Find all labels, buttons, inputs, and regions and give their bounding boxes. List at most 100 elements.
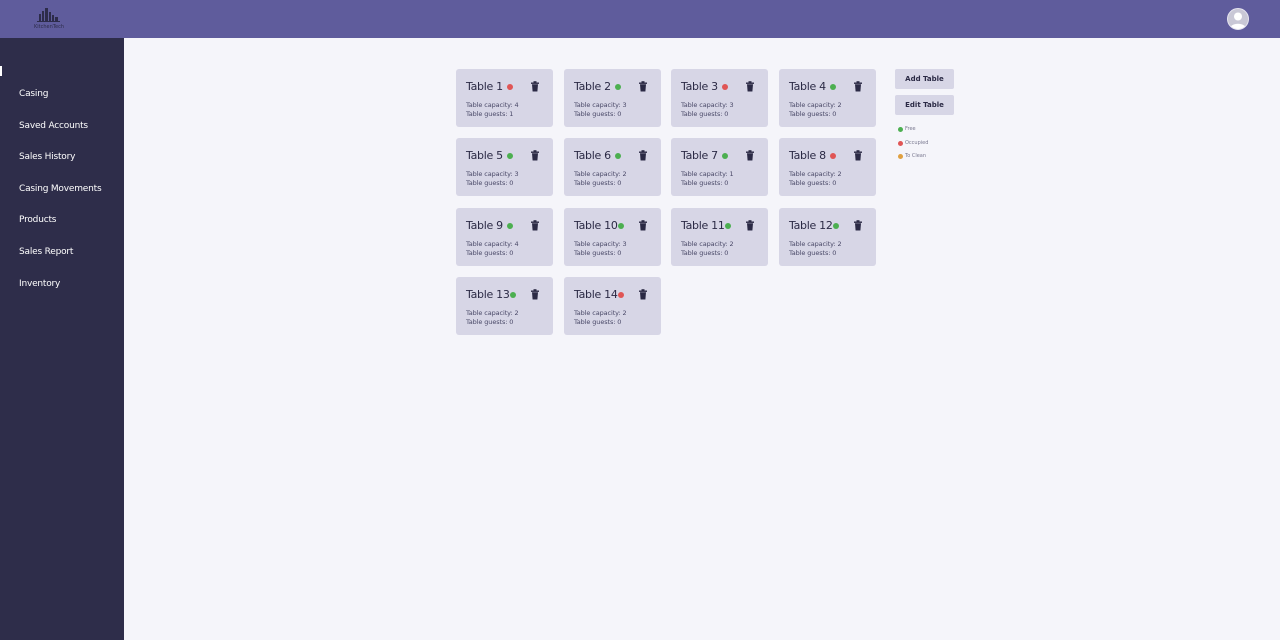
status-dot: [618, 292, 624, 298]
table-guests: Table guests: 0: [574, 110, 622, 118]
sidebar: Casing Saved Accounts Sales History Casi…: [0, 38, 124, 640]
table-name: Table 8: [789, 149, 826, 162]
table-guests: Table guests: 0: [789, 110, 837, 118]
trash-icon[interactable]: [638, 150, 648, 161]
sidebar-item-sales-report[interactable]: Sales Report: [19, 247, 73, 257]
table-name: Table 1: [466, 80, 503, 93]
table-capacity: Table capacity: 4: [466, 101, 519, 109]
status-dot: [507, 153, 513, 159]
table-name: Table 13: [466, 288, 510, 301]
table-guests: Table guests: 0: [789, 249, 837, 257]
table-capacity: Table capacity: 3: [466, 170, 519, 178]
table-capacity: Table capacity: 3: [574, 240, 627, 248]
status-dot: [833, 223, 839, 229]
status-dot: [615, 84, 621, 90]
table-card[interactable]: Table 3 Table capacity: 3 Table guests: 0: [671, 69, 768, 127]
table-capacity: Table capacity: 3: [574, 101, 627, 109]
status-dot: [507, 223, 513, 229]
table-guests: Table guests: 0: [466, 318, 514, 326]
table-name: Table 10: [574, 219, 618, 232]
table-card[interactable]: Table 1 Table capacity: 4 Table guests: 1: [456, 69, 553, 127]
trash-icon[interactable]: [853, 81, 863, 92]
status-dot: [507, 84, 513, 90]
sidebar-item-sales-history[interactable]: Sales History: [19, 152, 75, 162]
table-guests: Table guests: 0: [681, 179, 729, 187]
sidebar-item-casing-movements[interactable]: Casing Movements: [19, 184, 102, 194]
table-guests: Table guests: 0: [681, 249, 729, 257]
table-name: Table 7: [681, 149, 718, 162]
status-dot: [618, 223, 624, 229]
trash-icon[interactable]: [745, 81, 755, 92]
table-guests: Table guests: 0: [466, 179, 514, 187]
table-name: Table 6: [574, 149, 611, 162]
table-name: Table 14: [574, 288, 618, 301]
table-name: Table 5: [466, 149, 503, 162]
status-dot: [722, 153, 728, 159]
table-card[interactable]: Table 11 Table capacity: 2 Table guests: 0: [671, 208, 768, 266]
table-card[interactable]: Table 6 Table capacity: 2 Table guests: 0: [564, 138, 661, 196]
brand-name: KitchenTech: [34, 24, 64, 30]
sidebar-item-casing[interactable]: Casing: [19, 89, 48, 99]
legend-dot: [898, 127, 903, 132]
legend-label: Free: [905, 126, 916, 132]
table-card[interactable]: Table 9 Table capacity: 4 Table guests: 0: [456, 208, 553, 266]
table-name: Table 9: [466, 219, 503, 232]
table-name: Table 2: [574, 80, 611, 93]
trash-icon[interactable]: [853, 220, 863, 231]
trash-icon[interactable]: [745, 220, 755, 231]
status-dot: [830, 84, 836, 90]
table-name: Table 3: [681, 80, 718, 93]
legend-dot: [898, 141, 903, 146]
table-guests: Table guests: 1: [466, 110, 514, 118]
table-card[interactable]: Table 7 Table capacity: 1 Table guests: 0: [671, 138, 768, 196]
table-guests: Table guests: 0: [466, 249, 514, 257]
trash-icon[interactable]: [638, 289, 648, 300]
legend-label: To Clean: [905, 153, 927, 159]
table-capacity: Table capacity: 3: [681, 101, 734, 109]
table-card[interactable]: Table 8 Table capacity: 2 Table guests: 0: [779, 138, 876, 196]
table-card[interactable]: Table 2 Table capacity: 3 Table guests: 0: [564, 69, 661, 127]
status-dot: [615, 153, 621, 159]
legend-dot: [898, 154, 903, 159]
trash-icon[interactable]: [853, 150, 863, 161]
table-guests: Table guests: 0: [574, 318, 622, 326]
sidebar-item-saved-accounts[interactable]: Saved Accounts: [19, 121, 88, 131]
table-capacity: Table capacity: 2: [789, 101, 842, 109]
table-name: Table 11: [681, 219, 725, 232]
top-bar: KitchenTech: [0, 0, 1280, 38]
user-avatar[interactable]: [1227, 8, 1249, 30]
status-dot: [830, 153, 836, 159]
table-card[interactable]: Table 14 Table capacity: 2 Table guests: 0: [564, 277, 661, 335]
table-guests: Table guests: 0: [681, 110, 729, 118]
table-card[interactable]: Table 13 Table capacity: 2 Table guests: 0: [456, 277, 553, 335]
table-name: Table 4: [789, 80, 826, 93]
trash-icon[interactable]: [638, 220, 648, 231]
table-capacity: Table capacity: 2: [574, 309, 627, 317]
status-dot: [510, 292, 516, 298]
legend-label: Occupied: [905, 140, 929, 146]
table-card[interactable]: Table 12 Table capacity: 2 Table guests: 0: [779, 208, 876, 266]
table-capacity: Table capacity: 1: [681, 170, 734, 178]
trash-icon[interactable]: [530, 289, 540, 300]
trash-icon[interactable]: [638, 81, 648, 92]
table-capacity: Table capacity: 2: [574, 170, 627, 178]
trash-icon[interactable]: [530, 81, 540, 92]
sidebar-item-inventory[interactable]: Inventory: [19, 279, 60, 289]
add-table-button[interactable]: Add Table: [895, 69, 954, 89]
trash-icon[interactable]: [530, 220, 540, 231]
table-card[interactable]: Table 4 Table capacity: 2 Table guests: 0: [779, 69, 876, 127]
table-capacity: Table capacity: 2: [466, 309, 519, 317]
table-card[interactable]: Table 5 Table capacity: 3 Table guests: 0: [456, 138, 553, 196]
table-capacity: Table capacity: 2: [789, 240, 842, 248]
table-name: Table 12: [789, 219, 833, 232]
table-capacity: Table capacity: 4: [466, 240, 519, 248]
table-guests: Table guests: 0: [574, 179, 622, 187]
table-guests: Table guests: 0: [574, 249, 622, 257]
trash-icon[interactable]: [745, 150, 755, 161]
sidebar-item-products[interactable]: Products: [19, 215, 56, 225]
table-capacity: Table capacity: 2: [681, 240, 734, 248]
table-card[interactable]: Table 10 Table capacity: 3 Table guests: 0: [564, 208, 661, 266]
brand-logo[interactable]: KitchenTech: [30, 5, 68, 33]
trash-icon[interactable]: [530, 150, 540, 161]
edit-table-button[interactable]: Edit Table: [895, 95, 954, 115]
